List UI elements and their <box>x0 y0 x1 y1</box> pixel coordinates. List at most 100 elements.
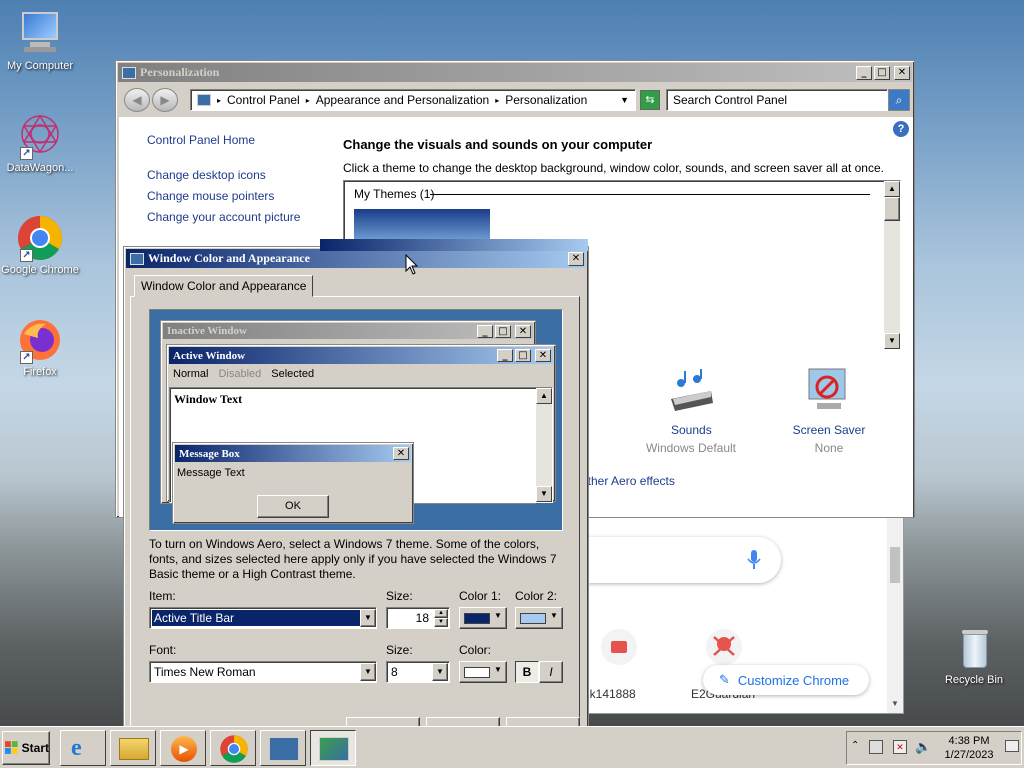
sounds-label[interactable]: Sounds <box>671 423 712 437</box>
font-select[interactable]: Times New Roman ▼ <box>149 661 377 683</box>
color1-label: Color 1: <box>459 589 502 603</box>
taskbar-media-player[interactable]: ▶ <box>160 730 206 766</box>
firefox-icon: ↗ <box>16 316 64 364</box>
breadcrumb-item[interactable]: Appearance and Personalization <box>316 93 489 107</box>
appearance-preview[interactable]: Inactive Window _ □ ✕ Active Window _ □ ✕ No… <box>149 309 563 531</box>
color2-picker[interactable]: ▼ <box>515 607 563 629</box>
refresh-icon[interactable]: ⇆ <box>640 90 660 110</box>
chrome-icon <box>220 735 248 763</box>
close-button[interactable]: ✕ <box>568 251 584 266</box>
spin-down-icon[interactable]: ▼ <box>434 618 448 627</box>
control-panel-icon <box>269 737 299 761</box>
themes-scrollbar[interactable]: ▲ ▼ <box>884 181 900 349</box>
help-icon[interactable]: ? <box>893 121 909 137</box>
spin-up-icon[interactable]: ▲ <box>434 609 448 618</box>
start-button[interactable]: Start <box>2 731 50 765</box>
dialog-titlebar[interactable]: Window Color and Appearance ✕ <box>126 249 586 268</box>
desktop-icon-my-computer[interactable]: My Computer <box>0 10 80 72</box>
scroll-up-arrow-icon: ▲ <box>536 388 552 404</box>
dropdown-arrow-icon[interactable]: ▼ <box>360 609 376 627</box>
chrome-icon: ↗ <box>16 214 64 262</box>
sidebar-link-home[interactable]: Control Panel Home <box>147 133 255 147</box>
pencil-icon: ✎ <box>719 672 730 687</box>
show-hidden-icons-icon[interactable]: ⌃ <box>851 740 859 751</box>
dropdown-arrow-icon: ▼ <box>550 611 558 620</box>
search-icon[interactable]: ⌕ <box>888 89 910 111</box>
taskbar-ie[interactable]: e <box>60 730 106 766</box>
dialog-app-icon <box>130 252 144 265</box>
screen-saver-icon[interactable] <box>807 367 851 415</box>
preview-menu: Normal Disabled Selected <box>167 366 555 382</box>
sounds-icon[interactable] <box>667 369 717 415</box>
action-center-icon[interactable]: ✕ <box>893 740 907 754</box>
mouse-cursor-icon <box>405 254 419 275</box>
italic-toggle[interactable]: I <box>539 661 563 683</box>
color1-picker[interactable]: ▼ <box>459 607 507 629</box>
dropdown-arrow-icon[interactable]: ▼ <box>360 663 376 681</box>
sidebar-link-account-picture[interactable]: Change your account picture <box>147 210 300 224</box>
dialog-title: Window Color and Appearance <box>148 251 310 265</box>
font-size-select[interactable]: 8 ▼ <box>386 661 450 683</box>
breadcrumb-item[interactable]: Personalization <box>505 93 587 107</box>
preview-window-text: Window Text <box>174 392 243 406</box>
preview-message-box: Message Box ✕ Message Text OK <box>172 442 414 524</box>
customize-chrome-button[interactable]: ✎ Customize Chrome <box>703 665 869 695</box>
minimize-button[interactable]: _ <box>856 65 872 80</box>
sidebar-link-mouse-pointers[interactable]: Change mouse pointers <box>147 189 274 203</box>
theme-thumbnail[interactable] <box>354 209 490 239</box>
font-color-swatch <box>464 667 490 678</box>
search-input[interactable]: Search Control Panel <box>666 89 888 111</box>
dropdown-arrow-icon[interactable]: ▼ <box>432 663 448 681</box>
desktop-icon-firefox[interactable]: ↗ Firefox <box>0 316 80 378</box>
chrome-scrollbar[interactable]: ▼ <box>887 517 903 713</box>
shortcut-arrow-icon: ↗ <box>20 351 33 364</box>
skull-shortcut-icon[interactable] <box>706 629 742 665</box>
item-select[interactable]: Active Title Bar ▼ <box>149 607 377 629</box>
font-color-label: Color: <box>459 643 492 657</box>
sidebar-link-desktop-icons[interactable]: Change desktop icons <box>147 168 266 182</box>
personalization-titlebar[interactable]: Personalization _ □ ✕ <box>118 63 912 82</box>
volume-icon[interactable]: 🔈 <box>915 739 931 755</box>
size-spinner[interactable]: 18 ▲ ▼ <box>386 607 450 629</box>
font-label: Font: <box>149 643 177 657</box>
bold-toggle[interactable]: B <box>515 661 539 683</box>
shortcut-tile-icon[interactable] <box>601 629 637 665</box>
computer-icon <box>16 10 64 58</box>
dropdown-arrow-icon[interactable]: ▼ <box>620 95 629 105</box>
tab-window-color[interactable]: Window Color and Appearance <box>134 275 314 297</box>
scroll-up-arrow-icon[interactable]: ▲ <box>884 181 900 197</box>
desktop-icon-datawagon[interactable]: ↗ DataWagon... <box>0 112 80 174</box>
shortcut-label-1[interactable]: rik141888 <box>583 687 636 701</box>
desktop-icon-label: Firefox <box>23 366 57 378</box>
desktop-icon-label: Recycle Bin <box>944 674 1004 686</box>
clock[interactable]: 4:38 PM 1/27/2023 <box>939 734 999 762</box>
datawagon-icon: ↗ <box>16 112 64 160</box>
breadcrumb-item[interactable]: Control Panel <box>227 93 300 107</box>
desktop-icon-chrome[interactable]: ↗ Google Chrome <box>0 214 80 276</box>
taskbar-personalization[interactable] <box>310 730 356 766</box>
size-label: Size: <box>386 589 413 603</box>
back-button[interactable]: ◀ <box>124 88 150 112</box>
network-icon[interactable] <box>869 740 883 754</box>
taskbar-explorer[interactable] <box>110 730 156 766</box>
google-search-box[interactable] <box>561 537 781 583</box>
dropdown-arrow-icon: ▼ <box>494 611 502 620</box>
scroll-down-arrow-icon[interactable]: ▼ <box>884 333 900 349</box>
chevron-right-icon: ▸ <box>495 95 500 105</box>
show-desktop-icon[interactable] <box>1005 740 1019 752</box>
desktop-icon-recycle-bin[interactable]: Recycle Bin <box>934 624 1014 686</box>
forward-button[interactable]: ▶ <box>152 88 178 112</box>
taskbar: Start e ▶ ⌃ ✕ 🔈 4:38 PM 1/27/2023 <box>0 726 1024 768</box>
close-button[interactable]: ✕ <box>894 65 910 80</box>
menu-disabled: Disabled <box>218 368 262 380</box>
aero-effects-link[interactable]: other Aero effects <box>581 474 675 488</box>
taskbar-control-panel[interactable] <box>260 730 306 766</box>
address-bar[interactable]: ▸ Control Panel ▸ Appearance and Persona… <box>190 89 636 111</box>
screen-saver-label[interactable]: Screen Saver <box>789 423 869 437</box>
tab-panel: Inactive Window _ □ ✕ Active Window _ □ ✕ No… <box>130 296 580 730</box>
microphone-icon[interactable] <box>747 550 761 570</box>
menu-selected: Selected <box>271 368 315 380</box>
maximize-button[interactable]: □ <box>874 65 890 80</box>
taskbar-chrome[interactable] <box>210 730 256 766</box>
font-color-picker[interactable]: ▼ <box>459 661 507 683</box>
